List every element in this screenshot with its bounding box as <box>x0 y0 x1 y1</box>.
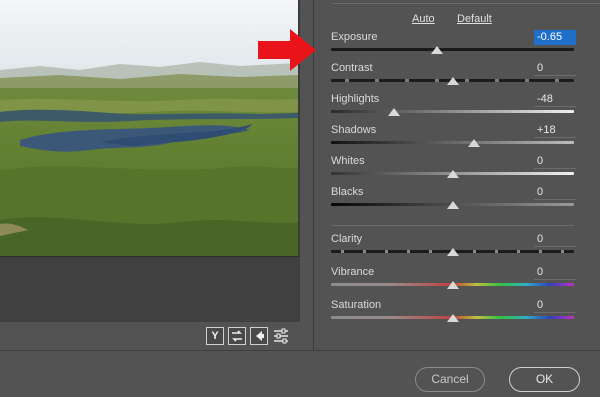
ok-button[interactable]: OK <box>509 367 580 392</box>
contrast-slider-row: Contrast 0 <box>331 61 576 90</box>
exposure-value-field[interactable]: -0.65 <box>534 30 576 45</box>
swap-before-after-icon[interactable] <box>228 327 246 345</box>
preview-toolbar: Y <box>206 327 290 345</box>
highlights-label: Highlights <box>331 93 380 105</box>
saturation-slider-row: Saturation 0 <box>331 298 576 327</box>
panel-top-separator <box>332 3 600 4</box>
copy-settings-icon[interactable] <box>250 327 268 345</box>
highlights-value-field[interactable]: -48 <box>534 92 576 107</box>
contrast-value-field[interactable]: 0 <box>534 61 576 76</box>
default-link[interactable]: Default <box>457 13 492 25</box>
clarity-slider-row: Clarity 0 <box>331 232 576 261</box>
contrast-slider-thumb[interactable] <box>446 77 459 85</box>
image-preview-area <box>0 0 300 322</box>
highlights-slider-row: Highlights -48 <box>331 92 576 121</box>
shadows-slider-row: Shadows +18 <box>331 123 576 152</box>
whites-slider-thumb[interactable] <box>446 170 459 178</box>
saturation-slider-thumb[interactable] <box>446 314 459 322</box>
shadows-slider-thumb[interactable] <box>468 139 481 147</box>
cancel-button[interactable]: Cancel <box>415 367 485 392</box>
auto-link[interactable]: Auto <box>412 13 435 25</box>
whites-value-field[interactable]: 0 <box>534 154 576 169</box>
vibrance-slider-row: Vibrance 0 <box>331 265 576 294</box>
clarity-label: Clarity <box>331 233 363 245</box>
blacks-value-field[interactable]: 0 <box>534 185 576 200</box>
shadows-value-field[interactable]: +18 <box>534 123 576 138</box>
exposure-slider-thumb[interactable] <box>430 46 443 54</box>
shadows-slider-track[interactable] <box>331 141 574 144</box>
saturation-label: Saturation <box>331 299 382 311</box>
footer-divider <box>0 350 600 351</box>
highlights-slider-track[interactable] <box>331 110 574 113</box>
landscape-photo <box>0 0 298 256</box>
annotation-arrow-icon <box>258 29 318 76</box>
slider-group-separator <box>331 225 574 226</box>
blacks-slider-thumb[interactable] <box>446 201 459 209</box>
exposure-slider-track[interactable] <box>331 48 574 51</box>
y-view-toggle-button[interactable]: Y <box>206 327 224 345</box>
saturation-value-field[interactable]: 0 <box>534 298 576 313</box>
highlights-slider-thumb[interactable] <box>388 108 401 116</box>
clarity-value-field[interactable]: 0 <box>534 232 576 247</box>
preview-empty-area <box>0 256 300 322</box>
exposure-label: Exposure <box>331 31 378 43</box>
basic-adjustments-panel: Auto Default Exposure -0.65 Contrast 0 Highl… <box>314 0 600 350</box>
clarity-slider-thumb[interactable] <box>446 248 459 256</box>
blacks-slider-row: Blacks 0 <box>331 185 576 214</box>
vibrance-label: Vibrance <box>331 266 375 278</box>
vibrance-value-field[interactable]: 0 <box>534 265 576 280</box>
whites-slider-row: Whites 0 <box>331 154 576 183</box>
blacks-label: Blacks <box>331 186 364 198</box>
whites-label: Whites <box>331 155 365 167</box>
shadows-label: Shadows <box>331 124 377 136</box>
preferences-sliders-icon[interactable] <box>272 327 290 345</box>
contrast-label: Contrast <box>331 62 373 74</box>
vibrance-slider-thumb[interactable] <box>446 281 459 289</box>
exposure-slider-row: Exposure -0.65 <box>331 30 576 59</box>
